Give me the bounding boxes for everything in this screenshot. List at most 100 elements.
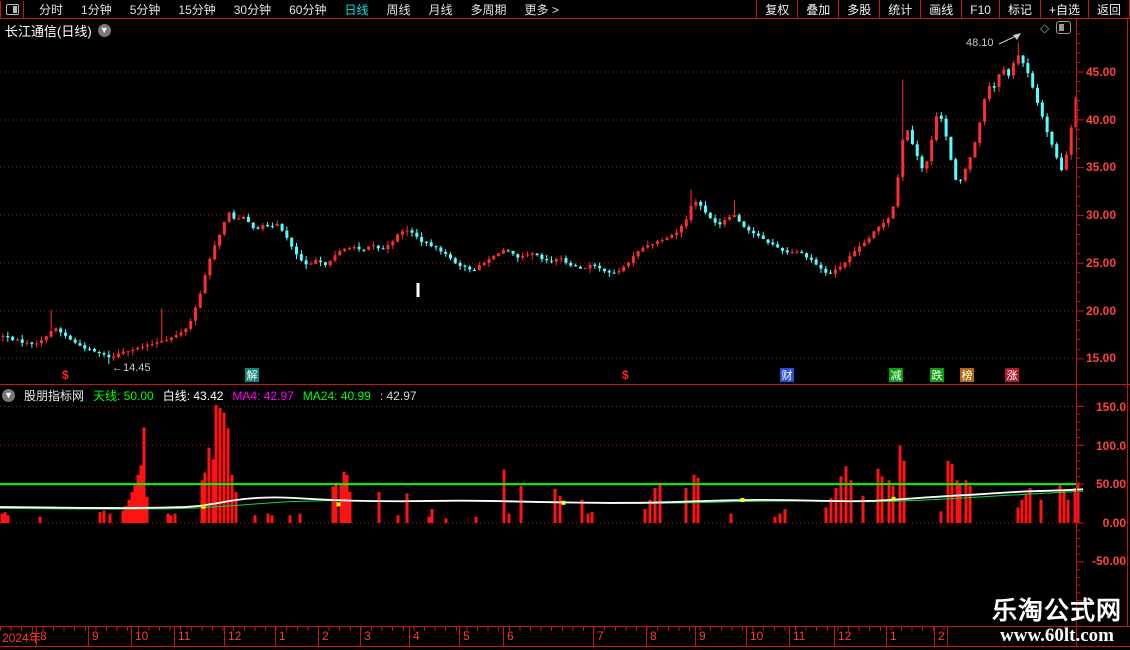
month-separator [695,627,696,646]
legend-item: MA4: 42.97 [232,388,294,403]
chart-title-row: 长江通信(日线) ▼ [5,21,111,40]
month-separator [275,627,276,646]
legend-item: 白线: 43.42 [162,389,224,403]
price-tick-label: 25.00 [1086,256,1117,270]
toolbar-button-标记[interactable]: 标记 [998,0,1040,18]
candles-layer [1,42,1078,365]
app-window: 分时 1分钟 5分钟 15分钟 30分钟 60分钟 日线 周线 月线 多周期 更多 > 复权 叠加 多股… [0,0,1130,650]
menu-item-30分钟[interactable]: 30分钟 [225,1,280,18]
split-page-icon[interactable] [1056,21,1072,34]
legend-item: MA24: 40.99 [302,388,371,403]
month-separator [88,627,89,646]
watermark-url: www.60lt.com [1000,624,1114,646]
year-label: 2024年 [2,631,41,645]
month-label: 11 [178,629,191,643]
month-separator [174,627,175,646]
toolbar-button-返回[interactable]: 返回 [1087,0,1130,18]
page-title: 长江通信(日线) [5,24,92,39]
month-separator [947,627,948,646]
month-label: 4 [413,629,420,643]
indicator-tick-label: 50.00 [1095,477,1126,491]
month-label: 2 [938,629,945,643]
annotation-arrow [998,33,1021,45]
chevron-down-icon[interactable]: ▼ [2,389,15,402]
ex-rights-marker[interactable]: $ [62,368,69,382]
toolbar-button-F10[interactable]: F10 [961,0,999,18]
month-label: 9 [92,629,99,643]
menu-item-更多 >[interactable]: 更多 > [516,1,568,18]
month-separator [886,627,887,646]
indicator-tick-label: 0.00 [1102,516,1126,530]
menu-item-1分钟[interactable]: 1分钟 [72,1,121,18]
diamond-icon[interactable]: ◇ [1040,22,1049,34]
month-separator [834,627,835,646]
month-separator [746,627,747,646]
month-label: 12 [228,629,242,643]
month-label: 8 [650,629,657,643]
event-badge-涨[interactable]: 涨 [1005,368,1019,382]
month-separator [360,627,361,646]
month-separator [593,627,594,646]
month-label: 7 [597,629,604,643]
price-tick-label: 15.00 [1086,351,1117,365]
legend-item: : 42.97 [379,388,417,403]
month-separator [318,627,319,646]
price-tick-label: 30.00 [1086,208,1117,222]
watermark-site-name: 乐淘公式网 [992,597,1123,625]
chevron-down-icon[interactable]: ▼ [97,24,111,37]
event-badge-减[interactable]: 减 [889,368,903,382]
toolbar-button-画线[interactable]: 画线 [920,0,961,18]
indicator-tick-label: 100.0 [1095,439,1126,453]
period-menu: 分时 1分钟 5分钟 15分钟 30分钟 60分钟 日线 周线 月线 多周期 更多 > [30,1,568,18]
month-separator [224,627,225,646]
month-label: 8 [40,629,47,643]
menu-item-多周期[interactable]: 多周期 [462,1,516,18]
menu-item-5分钟[interactable]: 5分钟 [121,1,170,18]
toolbar-button-复权[interactable]: 复权 [756,0,797,18]
ex-rights-marker[interactable]: $ [622,368,629,382]
menu-item-15分钟[interactable]: 15分钟 [169,1,224,18]
price-tick-label: 35.00 [1086,160,1117,174]
panel-toggle-icon[interactable] [0,0,24,18]
month-label: 3 [364,629,371,643]
event-badge-榜[interactable]: 榜 [960,368,974,382]
price-tick-label: 45.00 [1086,65,1117,79]
event-badge-跌[interactable]: 跌 [930,368,944,382]
high-price-annotation: 48.10 [966,37,994,49]
frame-lines [0,19,1130,647]
event-badge-财[interactable]: 财 [780,368,794,382]
toolbar-button-叠加[interactable]: 叠加 [797,0,838,18]
month-separator [131,627,132,646]
month-separator [503,627,504,646]
toolbar-button-多股[interactable]: 多股 [838,0,879,18]
month-separator [36,627,37,646]
month-label: 12 [838,629,852,643]
month-separator [789,627,790,646]
price-tick-label: 40.00 [1086,113,1117,127]
indicator-source-label: 股朋指标网 [24,389,85,403]
month-label: 10 [135,629,149,643]
menu-item-月线[interactable]: 月线 [420,1,462,18]
menu-item-分时[interactable]: 分时 [30,1,72,18]
month-label: 1 [890,629,897,643]
toolbar-buttons: 复权 叠加 多股 统计 画线 F10 标记 +自选 返回 [756,0,1130,18]
toolbar-button-+自选[interactable]: +自选 [1039,0,1088,18]
menu-item-日线[interactable]: 日线 [335,1,377,18]
date-axis: 2024年 8 9 10 11 12 1 2 3 4 5 6 7 8 9 10 11 12 1 2 [0,627,978,646]
month-label: 11 [793,629,806,643]
month-label: 9 [699,629,706,643]
month-separator [646,627,647,646]
indicator-legend-row: ▼ 股朋指标网 天线: 50.00 白线: 43.42 MA4: 42.97 MA24… [2,387,417,404]
legend-item: 天线: 50.00 [93,389,154,403]
toolbar-button-统计[interactable]: 统计 [879,0,920,18]
top-toolbar: 分时 1分钟 5分钟 15分钟 30分钟 60分钟 日线 周线 月线 多周期 更多 > 复权 叠加 多股… [0,0,1130,19]
menu-item-60分钟[interactable]: 60分钟 [280,1,335,18]
month-label: 2 [322,629,329,643]
chart-canvas[interactable] [0,0,1130,650]
month-label: 5 [463,629,470,643]
event-badge-解[interactable]: 解 [245,368,259,382]
price-gridlines [0,71,1076,524]
menu-item-周线[interactable]: 周线 [377,1,419,18]
chart-corner-icons: ◇ [1040,21,1072,34]
month-label: 10 [750,629,764,643]
